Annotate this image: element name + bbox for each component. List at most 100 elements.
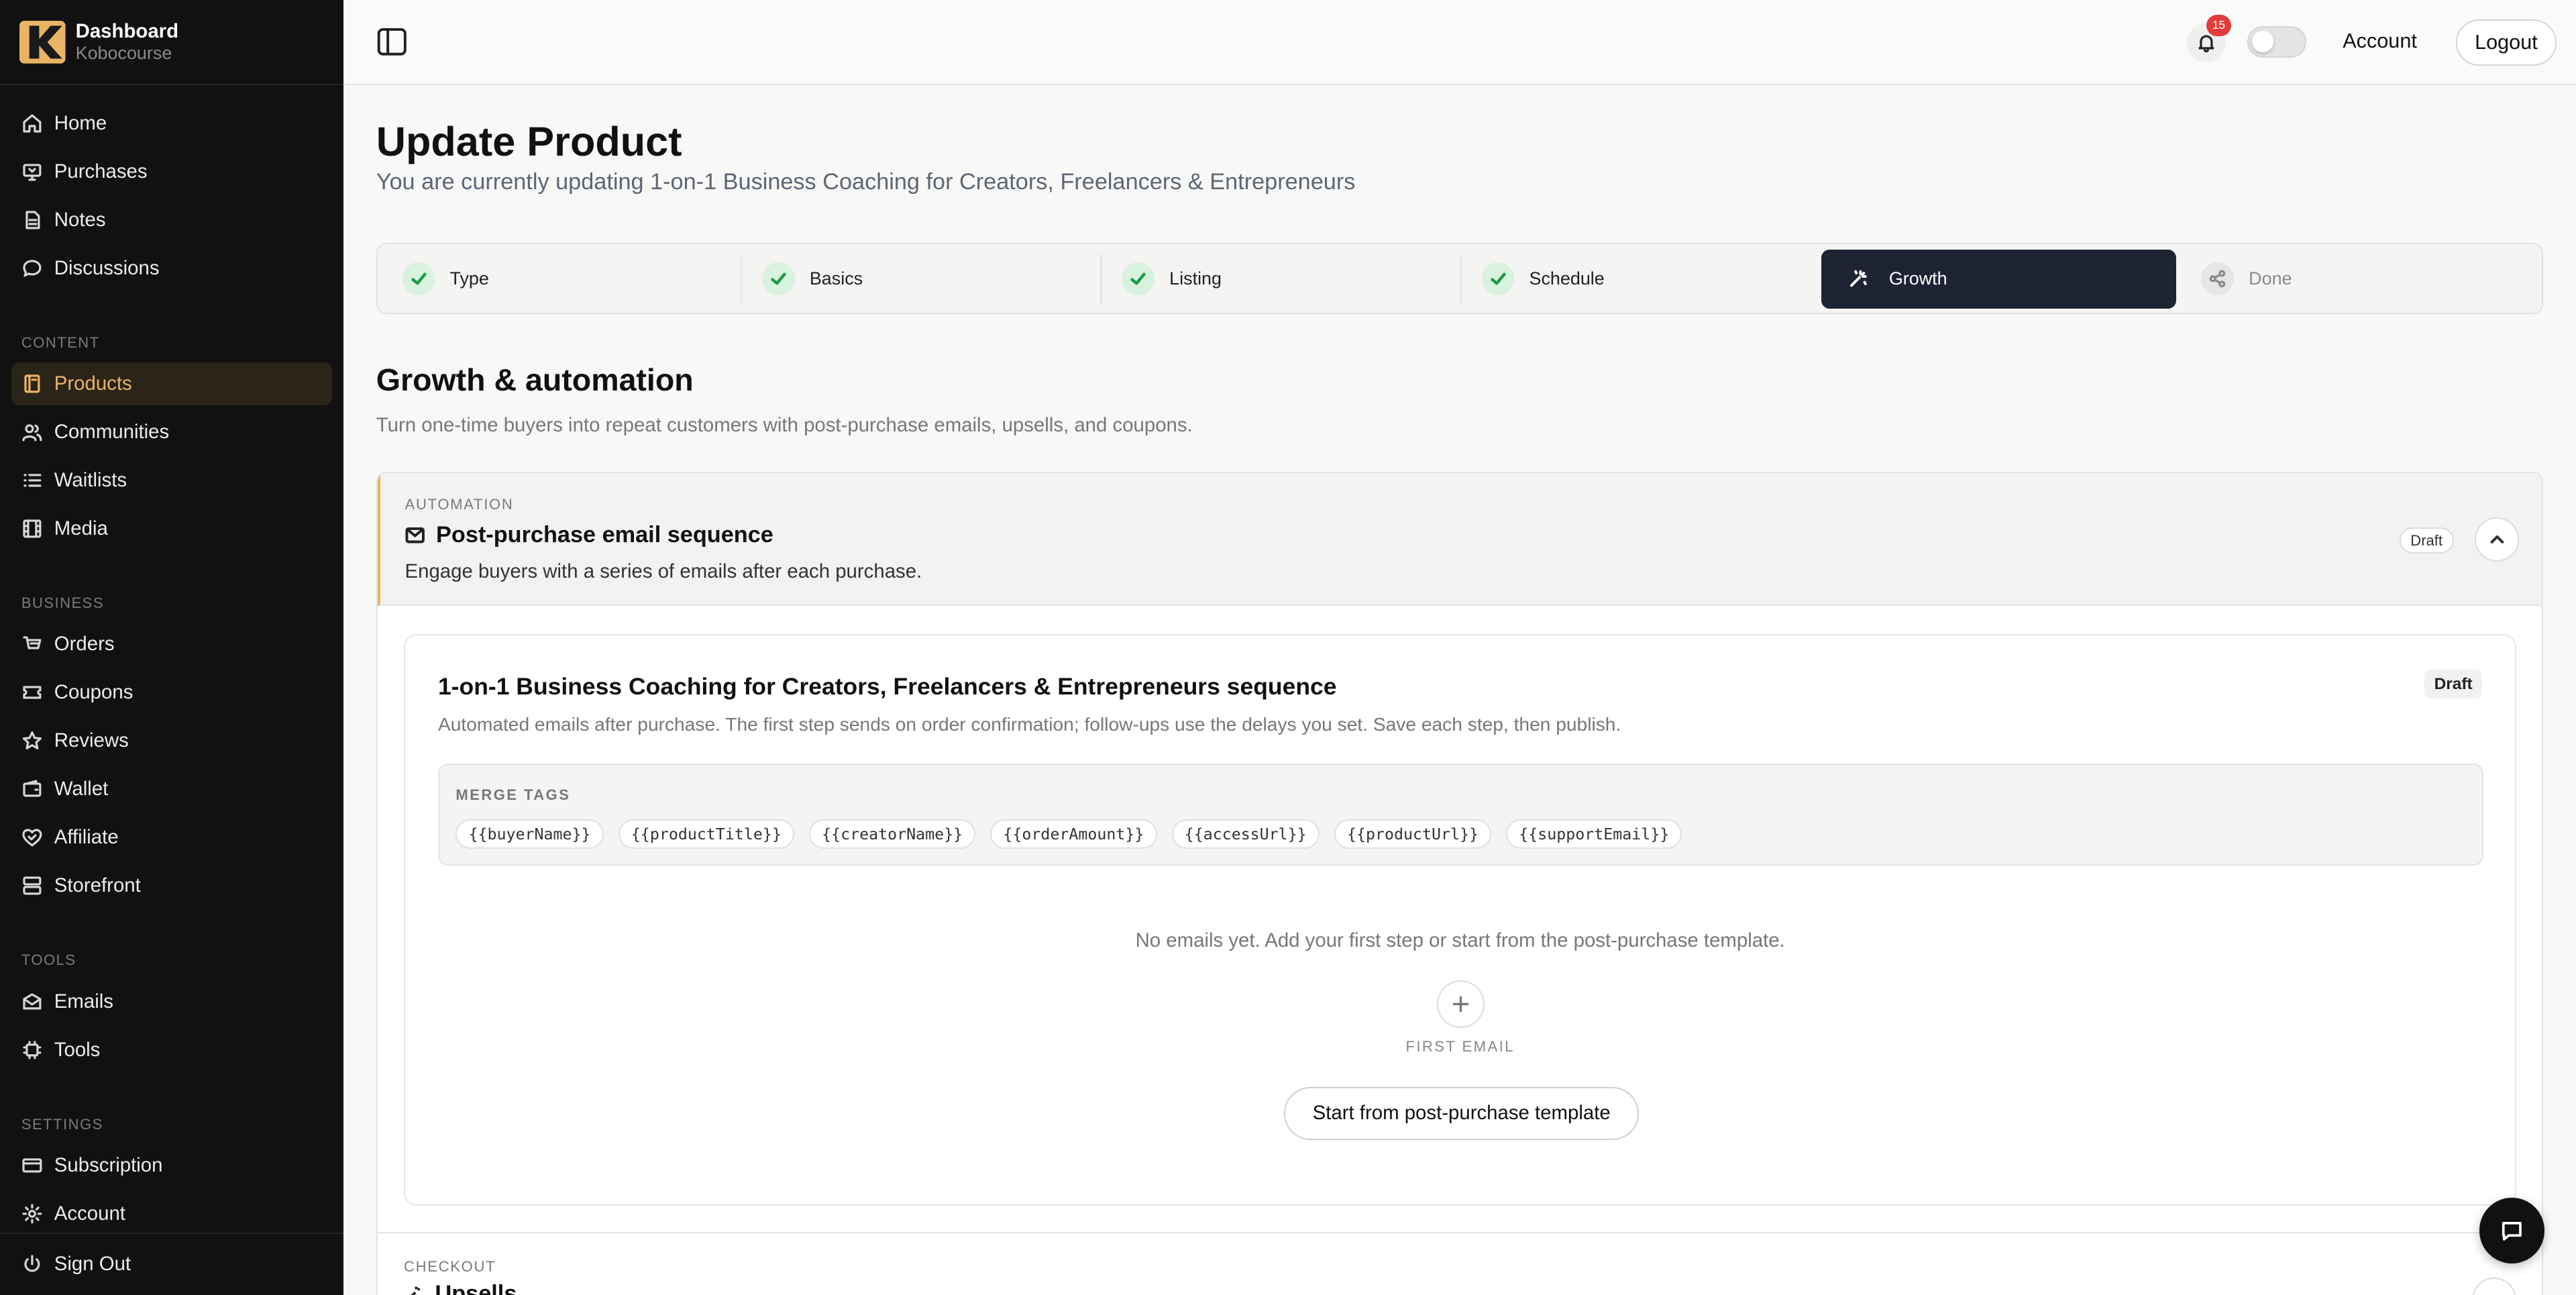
automation-card: AUTOMATION Post-purchase email sequence … [376,471,2544,1295]
automation-description: Engage buyers with a series of emails af… [405,560,922,582]
page-title: Update Product [376,119,682,165]
merge-tag[interactable]: {{productTitle}} [618,819,794,849]
sidebar-item-purchases[interactable]: Purchases [11,150,332,193]
upsells-title-text: Upsells [435,1281,517,1295]
automation-card-header[interactable]: AUTOMATION Post-purchase email sequence … [377,472,2542,607]
merge-tag[interactable]: {{orderAmount}} [990,819,1157,849]
handshake-icon [22,829,42,847]
sidebar-item-label: Reviews [54,729,129,752]
sidebar-item-reviews[interactable]: Reviews [11,719,332,762]
sparkle-icon [411,1286,421,1295]
step-label: Growth [1888,268,1947,289]
sidebar-item-label: Coupons [54,681,133,704]
sidebar-item-label: Emails [54,990,113,1013]
sign-out-button[interactable]: Sign Out [0,1232,343,1295]
sidebar-item-affiliate[interactable]: Affiliate [11,816,332,859]
expand-button[interactable] [2472,1278,2517,1295]
sidebar-item-emails[interactable]: Emails [11,980,332,1023]
sidebar-item-label: Discussions [54,256,160,279]
step-type[interactable]: Type [382,250,737,309]
merge-tag[interactable]: {{buyerName}} [455,819,604,849]
first-email-label: FIRST EMAIL [1405,1037,1515,1055]
purchases-icon [23,164,42,181]
share-icon [2201,262,2235,296]
brand-subtitle: Kobocourse [75,42,172,63]
chat-button[interactable] [2479,1198,2545,1264]
sidebar-item-products[interactable]: Products [11,362,332,405]
top-bar: 15 Account Logout [343,0,2576,86]
sidebar-group-tools: TOOLS [21,951,76,969]
step-growth[interactable]: Growth [1821,249,2177,309]
sidebar-item-tools[interactable]: Tools [11,1029,332,1072]
toggle-knob [2252,31,2273,52]
step-done[interactable]: Done [2182,250,2536,309]
merge-tags-label: MERGE TAGS [455,786,571,803]
step-schedule[interactable]: Schedule [1462,250,1817,309]
brand-text: Dashboard Kobocourse [76,20,178,64]
merge-tag[interactable]: {{creatorName}} [809,819,976,849]
step-label: Schedule [1529,268,1605,289]
sequence-description: Automated emails after purchase. The fir… [437,714,1621,735]
brand[interactable]: Dashboard Kobocourse [0,0,343,86]
sidebar-item-notes[interactable]: Notes [11,199,332,242]
notes-icon [25,211,40,229]
sidebar-item-communities[interactable]: Communities [11,411,332,454]
sidebar-item-label: Orders [54,633,115,656]
checkout-section[interactable]: CHECKOUT Upsells [377,1232,2542,1295]
check-icon [1122,262,1155,296]
sparkle-wand-icon [1841,262,1874,295]
logo-icon [19,20,66,64]
empty-state-text: No emails yet. Add your first step or st… [1135,929,1785,952]
sidebar-item-orders[interactable]: Orders [11,623,332,666]
star-icon [22,731,42,750]
sidebar-item-media[interactable]: Media [11,507,332,550]
sequence-card: 1-on-1 Business Coaching for Creators, F… [403,633,2517,1206]
step-label: Listing [1169,268,1222,289]
add-first-email-button[interactable] [1436,980,1485,1029]
sidebar-item-home[interactable]: Home [11,102,332,145]
power-icon [24,1255,40,1272]
sidebar-item-waitlists[interactable]: Waitlists [11,459,332,502]
sidebar-item-account[interactable]: Account [11,1192,332,1235]
section-subtitle: Turn one-time buyers into repeat custome… [376,414,1193,437]
automation-eyebrow: AUTOMATION [405,496,514,513]
theme-toggle[interactable] [2247,26,2307,58]
merge-tag[interactable]: {{accessUrl}} [1171,819,1320,849]
merge-tag[interactable]: {{supportEmail}} [1506,819,1682,849]
chevron-up-icon [2490,535,2504,543]
app-root: Dashboard Kobocourse Home Purchases Note… [0,0,2576,1295]
sidebar-item-subscription[interactable]: Subscription [11,1144,332,1187]
gear-icon [22,1204,42,1224]
sidebar-item-discussions[interactable]: Discussions [11,247,332,290]
sidebar-toggle-icon[interactable] [376,26,408,58]
chat-icon [2502,1221,2522,1241]
sign-out-label: Sign Out [54,1253,131,1276]
step-listing[interactable]: Listing [1102,250,1457,309]
sidebar-item-label: Communities [54,420,170,443]
sidebar-item-storefront[interactable]: Storefront [11,864,332,907]
automation-title-text: Post-purchase email sequence [436,522,773,548]
mail-icon [23,993,42,1010]
logout-button[interactable]: Logout [2456,19,2557,66]
checkout-eyebrow: CHECKOUT [403,1258,496,1276]
merge-tags-panel: MERGE TAGS {{buyerName}} {{productTitle}… [437,763,2483,866]
users-icon [22,424,42,442]
sidebar-item-label: Wallet [54,778,109,800]
sidebar-item-wallet[interactable]: Wallet [11,768,332,811]
step-progress: Type Basics Listing Schedule Growth Done [376,243,2544,314]
page-subtitle: You are currently updating 1-on-1 Busine… [376,169,1356,195]
sidebar-item-label: Media [54,517,108,539]
collapse-button[interactable] [2475,517,2520,562]
step-basics[interactable]: Basics [742,250,1097,309]
start-from-template-button[interactable]: Start from post-purchase template [1284,1087,1640,1140]
sequence-title: 1-on-1 Business Coaching for Creators, F… [437,673,1337,701]
tools-icon [23,1041,42,1059]
sidebar-group-business: BUSINESS [21,594,104,611]
sidebar-group-settings: SETTINGS [21,1115,103,1133]
account-link[interactable]: Account [2343,30,2417,53]
sidebar-nav: Home Purchases Notes Discussions CONTENT… [0,85,343,1235]
merge-tag[interactable]: {{productUrl}} [1334,819,1492,849]
sidebar-item-coupons[interactable]: Coupons [11,671,332,714]
sidebar-item-label: Notes [54,208,106,231]
book-icon [24,374,40,393]
